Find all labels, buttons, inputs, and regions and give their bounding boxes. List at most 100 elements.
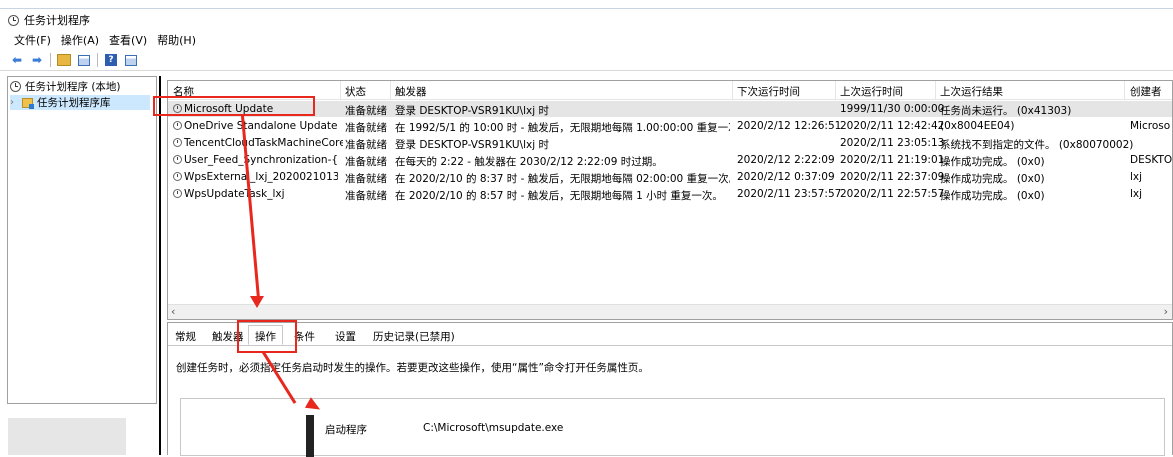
menu-help[interactable]: 帮助(H) xyxy=(157,32,196,48)
folder-icon xyxy=(22,97,34,109)
tab-conditions[interactable]: 条件 xyxy=(294,329,315,344)
task-result-cell: 操作成功完成。 (0x0) xyxy=(940,156,1045,168)
task-next-run-cell: 2020/2/12 0:37:09 xyxy=(737,171,835,183)
column-header-author[interactable]: 创建者 xyxy=(1130,84,1162,99)
column-header-next-run[interactable]: 下次运行时间 xyxy=(737,84,800,99)
tab-history[interactable]: 历史记录(已禁用) xyxy=(373,329,455,344)
column-header-trigger[interactable]: 触发器 xyxy=(395,84,427,99)
tree-item-label: 任务计划程序 (本地) xyxy=(25,81,121,93)
tab-general[interactable]: 常规 xyxy=(175,329,196,344)
task-status-cell: 准备就绪 xyxy=(345,122,387,134)
column-header-status[interactable]: 状态 xyxy=(345,84,366,99)
toolbar-separator xyxy=(50,53,51,67)
grid-view-icon[interactable] xyxy=(124,53,138,67)
toolbar-separator xyxy=(97,53,98,67)
task-clock-icon xyxy=(173,155,182,164)
task-last-run-cell: 2020/2/11 23:05:13 xyxy=(840,137,945,149)
actions-list-header xyxy=(291,399,771,415)
menu-view[interactable]: 查看(V) xyxy=(109,32,147,48)
task-status-cell: 准备就绪 xyxy=(345,156,387,168)
left-bottom-panel xyxy=(8,418,126,455)
annotation-arrowhead xyxy=(250,296,264,308)
task-author-cell: lxj xyxy=(1130,188,1143,200)
horizontal-scrollbar[interactable]: ‹ › xyxy=(168,304,1172,319)
task-result-cell: 任务尚未运行。 (0x41303) xyxy=(940,105,1072,117)
chevron-right-icon[interactable]: › xyxy=(10,97,18,108)
back-arrow-icon[interactable]: ⬅ xyxy=(10,53,24,67)
action-detail[interactable]: C:\Microsoft\msupdate.exe xyxy=(423,422,563,434)
help-icon[interactable]: ? xyxy=(104,53,118,67)
task-status-cell: 准备就绪 xyxy=(345,173,387,185)
grid-view-icon[interactable] xyxy=(77,53,91,67)
column-header-last-result[interactable]: 上次运行结果 xyxy=(940,84,1003,99)
task-trigger-cell: 登录 DESKTOP-VSR91KU\lxj 时 xyxy=(395,139,549,151)
task-trigger-cell: 在每天的 2:22 - 触发器在 2030/2/12 2:22:09 时过期。 xyxy=(395,156,663,168)
task-status-cell: 准备就绪 xyxy=(345,190,387,202)
task-next-run-cell: 2020/2/12 12:26:51 xyxy=(737,120,842,132)
task-trigger-cell: 在 2020/2/10 的 8:37 时 - 触发后，无限期地每隔 02:00:… xyxy=(395,173,730,185)
table-row[interactable]: Microsoft Update 准备就绪 登录 DESKTOP-VSR91KU… xyxy=(168,101,1172,117)
task-result-cell: 操作成功完成。 (0x0) xyxy=(940,190,1045,202)
tree-item-label: 任务计划程序库 xyxy=(37,97,111,109)
task-name-cell: WpsExternal_lxj_20200210132... xyxy=(173,171,338,183)
scroll-left-icon[interactable]: ‹ xyxy=(171,305,175,318)
task-last-run-cell: 1999/11/30 0:00:00 xyxy=(840,103,945,115)
task-trigger-cell: 登录 DESKTOP-VSR91KU\lxj 时 xyxy=(395,105,549,117)
task-clock-icon xyxy=(173,138,182,147)
table-row[interactable]: User_Feed_Synchronization-{6... 准备就绪 在每天… xyxy=(168,152,1172,168)
navigation-tree: 任务计划程序 (本地) › 任务计划程序库 xyxy=(7,76,157,404)
task-clock-icon xyxy=(173,121,182,130)
tab-settings[interactable]: 设置 xyxy=(335,329,356,344)
task-author-cell: Microso xyxy=(1130,120,1171,132)
menu-file[interactable]: 文件(F) xyxy=(14,32,51,48)
tree-item-library[interactable]: › 任务计划程序库 xyxy=(10,95,150,110)
highlight-box-tab xyxy=(237,320,297,353)
toolbar-divider xyxy=(0,70,1173,71)
task-result-cell: 操作成功完成。 (0x0) xyxy=(940,173,1045,185)
forward-arrow-icon[interactable]: ➡ xyxy=(30,53,44,67)
task-list: 名称 状态 触发器 下次运行时间 上次运行时间 上次运行结果 创建者 Micro… xyxy=(167,80,1173,320)
pane-splitter[interactable] xyxy=(159,76,161,455)
toolbar: ⬅ ➡ ? xyxy=(10,52,138,68)
top-border xyxy=(0,8,1173,9)
task-name-cell: TencentCloudTaskMachineCore xyxy=(173,137,343,149)
task-result-cell: (0x8004EE04) xyxy=(940,120,1015,132)
task-name-cell: OneDrive Standalone Update ... xyxy=(173,120,338,132)
task-next-run-cell: 2020/2/12 2:22:09 xyxy=(737,154,835,166)
window-title-bar: 任务计划程序 xyxy=(8,12,90,28)
table-row[interactable]: WpsUpdateTask_lxj 准备就绪 在 2020/2/10 的 8:5… xyxy=(168,186,1172,202)
task-clock-icon xyxy=(173,172,182,181)
task-result-cell: 系统找不到指定的文件。 (0x80070002) xyxy=(940,139,1134,151)
task-trigger-cell: 在 2020/2/10 的 8:57 时 - 触发后，无限期地每隔 1 小时 重… xyxy=(395,190,723,202)
task-last-run-cell: 2020/2/11 12:42:42 xyxy=(840,120,945,132)
task-status-cell: 准备就绪 xyxy=(345,105,387,117)
highlight-box-task xyxy=(153,96,315,116)
task-last-run-cell: 2020/2/11 22:57:57 xyxy=(840,188,945,200)
clock-icon xyxy=(10,81,21,92)
column-header-last-run[interactable]: 上次运行时间 xyxy=(840,84,903,99)
tree-item-root[interactable]: 任务计划程序 (本地) xyxy=(10,79,121,94)
table-row[interactable]: OneDrive Standalone Update ... 准备就绪 在 19… xyxy=(168,118,1172,134)
window-title: 任务计划程序 xyxy=(24,14,90,27)
task-last-run-cell: 2020/2/11 21:19:01 xyxy=(840,154,945,166)
task-name-cell: WpsUpdateTask_lxj xyxy=(173,188,338,200)
task-author-cell: DESKTO xyxy=(1130,154,1172,166)
actions-list: 启动程序 C:\Microsoft\msupdate.exe xyxy=(180,398,1165,457)
action-type[interactable]: 启动程序 xyxy=(325,422,367,437)
task-detail-pane: 常规 触发器 操作 条件 设置 历史记录(已禁用) 创建任务时，必须指定任务启动… xyxy=(167,322,1173,457)
scroll-right-icon[interactable]: › xyxy=(1164,305,1168,318)
task-last-run-cell: 2020/2/11 22:37:09 xyxy=(840,171,945,183)
menu-bar: 文件(F) 操作(A) 查看(V) 帮助(H) xyxy=(14,32,196,48)
actions-description: 创建任务时，必须指定任务启动时发生的操作。若要更改这些操作，使用“属性”命令打开… xyxy=(176,362,649,374)
clock-icon xyxy=(8,14,19,26)
task-next-run-cell: 2020/2/11 23:57:57 xyxy=(737,188,842,200)
task-list-header: 名称 状态 触发器 下次运行时间 上次运行时间 上次运行结果 创建者 xyxy=(168,81,1172,100)
table-row[interactable]: WpsExternal_lxj_20200210132... 准备就绪 在 20… xyxy=(168,169,1172,185)
folder-icon[interactable] xyxy=(57,53,71,67)
menu-action[interactable]: 操作(A) xyxy=(61,32,99,48)
table-row[interactable]: TencentCloudTaskMachineCore 准备就绪 登录 DESK… xyxy=(168,135,1172,151)
task-trigger-cell: 在 1992/5/1 的 10:00 时 - 触发后，无限期地每隔 1.00:0… xyxy=(395,122,730,134)
task-clock-icon xyxy=(173,189,182,198)
task-name-cell: User_Feed_Synchronization-{6... xyxy=(173,154,338,166)
detail-tabs: 常规 触发器 操作 条件 设置 历史记录(已禁用) xyxy=(168,323,1172,346)
